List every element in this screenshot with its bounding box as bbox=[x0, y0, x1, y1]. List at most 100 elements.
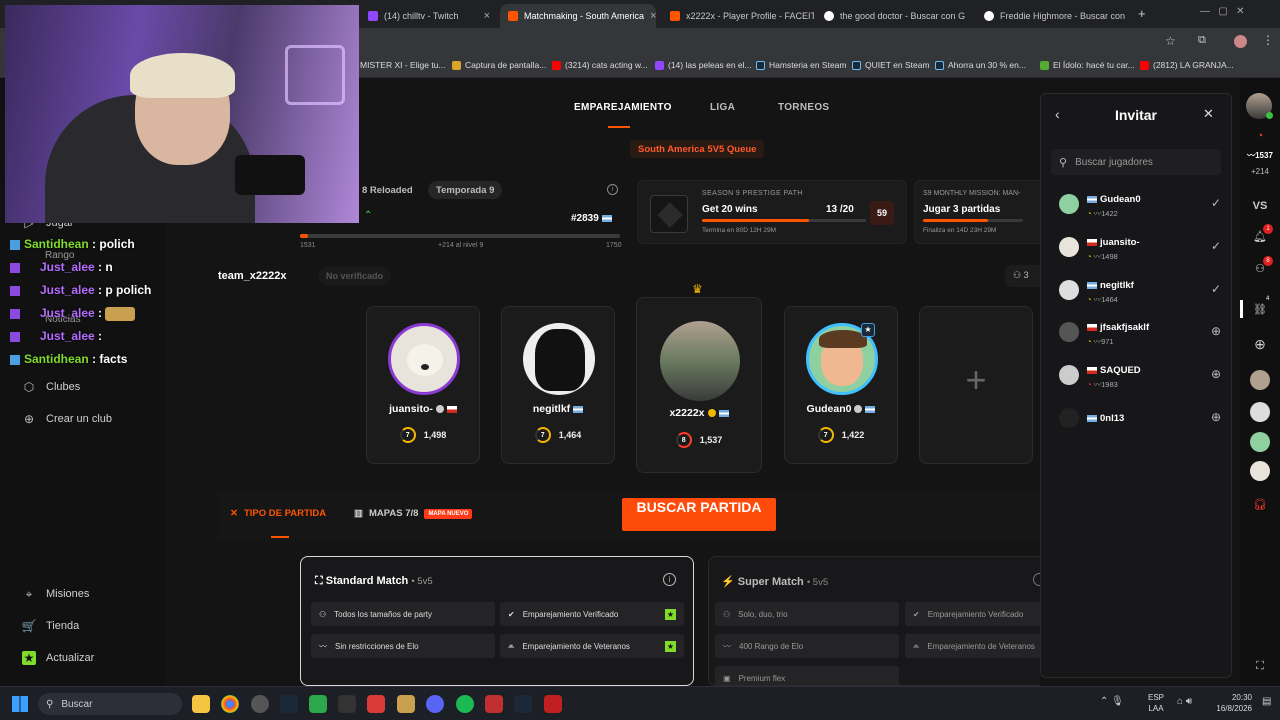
windows-start-icon[interactable] bbox=[12, 696, 28, 712]
tab-maps[interactable]: ▥ MAPAS 7/8 MAPA NUEVO bbox=[354, 508, 473, 519]
friend-row[interactable]: negitlkf ◔ 〰1464 ✓ bbox=[1059, 276, 1221, 306]
player-card[interactable]: negitlkf 7 1,464 bbox=[501, 306, 615, 464]
close-icon[interactable]: × bbox=[1131, 10, 1132, 22]
app-icon[interactable] bbox=[309, 695, 327, 713]
player-search-input[interactable]: ⚲ Buscar jugadores bbox=[1051, 149, 1221, 175]
add-circle-icon[interactable]: ⊕ bbox=[1211, 367, 1221, 381]
add-player-card[interactable]: + bbox=[919, 306, 1033, 464]
tab-google-search[interactable]: the good doctor - Buscar con G× bbox=[816, 4, 972, 28]
network-volume-icon[interactable]: ⌂ 🔊︎ bbox=[1177, 696, 1192, 707]
extensions-icon[interactable]: ⧉ bbox=[1198, 34, 1206, 47]
sidebar-item-missions[interactable]: ⌖ Misiones bbox=[22, 587, 90, 601]
tray-icons[interactable]: ⌃ 🎙︎ bbox=[1100, 696, 1124, 707]
notification-center-icon[interactable]: ▤ bbox=[1262, 696, 1271, 707]
bookmark[interactable]: QUIET en Steam bbox=[852, 60, 930, 70]
bookmark[interactable]: Captura de pantalla... bbox=[452, 60, 546, 70]
add-circle-icon[interactable]: ⊕ bbox=[1211, 324, 1221, 338]
sidebar-item-update[interactable]: ★ Actualizar bbox=[22, 651, 94, 665]
app-icon[interactable] bbox=[338, 695, 356, 713]
window-controls[interactable]: — ▢ ✕ bbox=[1200, 6, 1245, 17]
tab-matchmaking-nav[interactable]: EMPAREJAMIENTO bbox=[574, 102, 672, 113]
season-label[interactable]: Temporada 9 bbox=[428, 181, 503, 199]
app-icon[interactable] bbox=[251, 695, 269, 713]
headset-icon[interactable]: 🎧︎ bbox=[1240, 498, 1280, 511]
info-icon[interactable] bbox=[1033, 573, 1040, 586]
bookmark[interactable]: (14) las peleas en el... bbox=[655, 60, 752, 70]
tab-player-profile[interactable]: x2222x - Player Profile - FACEIT× bbox=[662, 4, 814, 28]
tab-twitch[interactable]: (14) chilltv - Twitch × bbox=[360, 4, 498, 28]
friend-avatar[interactable] bbox=[1250, 402, 1270, 422]
friend-row[interactable]: jfsakfjsaklf ◔ 〰971 ⊕ bbox=[1059, 318, 1221, 348]
friend-avatar[interactable] bbox=[1250, 432, 1270, 452]
chrome-icon[interactable] bbox=[221, 695, 239, 713]
player-card[interactable]: juansito- 7 1,498 bbox=[366, 306, 480, 464]
file-explorer-icon[interactable] bbox=[192, 695, 210, 713]
friend-elo: ◔ 〰1422 bbox=[1087, 209, 1118, 218]
bookmark[interactable]: Ahorra un 30 % en... bbox=[935, 60, 1026, 70]
app-icon[interactable] bbox=[544, 695, 562, 713]
users-icon: ⚇ bbox=[1013, 270, 1024, 280]
add-circle-icon[interactable]: ⊕ bbox=[1211, 410, 1221, 424]
friends-icon[interactable]: ⚇ bbox=[1240, 262, 1280, 275]
menu-icon[interactable]: ⋮ bbox=[1262, 33, 1274, 47]
profile-avatar[interactable] bbox=[1234, 35, 1247, 48]
check-icon[interactable]: ✓ bbox=[1211, 282, 1221, 296]
friend-row[interactable]: juansito- ◔ 〰1498 ✓ bbox=[1059, 233, 1221, 263]
vs-button[interactable]: VS bbox=[1240, 200, 1280, 212]
close-icon[interactable]: ✕ bbox=[1203, 106, 1214, 122]
check-icon[interactable]: ✓ bbox=[1211, 239, 1221, 253]
cart-icon: 🛒 bbox=[21, 619, 37, 633]
monthly-mission-panel[interactable]: S9 MONTHLY MISSION: MAN- Jugar 3 partida… bbox=[914, 180, 1054, 244]
prestige-panel[interactable]: SEASON 9 PRESTIGE PATH Get 20 wins 13 /2… bbox=[637, 180, 907, 244]
standard-match-card[interactable]: ⛶ Standard Match • 5v5 i ⚇ Todos los tama… bbox=[300, 556, 694, 686]
tab-league[interactable]: LIGA bbox=[710, 102, 735, 113]
close-icon[interactable]: × bbox=[484, 10, 490, 22]
discord-icon[interactable] bbox=[426, 695, 444, 713]
avatar bbox=[660, 321, 740, 401]
info-icon[interactable]: i bbox=[607, 184, 618, 195]
bookmark[interactable]: (3214) cats acting w... bbox=[552, 60, 648, 70]
info-icon[interactable]: i bbox=[663, 573, 676, 586]
clock[interactable]: 20:30 16/8/2026 bbox=[1210, 692, 1252, 714]
app-icon[interactable] bbox=[485, 695, 503, 713]
app-icon[interactable] bbox=[397, 695, 415, 713]
spotify-icon[interactable] bbox=[456, 695, 474, 713]
friend-avatar[interactable] bbox=[1250, 370, 1270, 390]
tab-match-type[interactable]: ✕ TIPO DE PARTIDA bbox=[230, 508, 326, 519]
check-icon[interactable]: ✓ bbox=[1211, 196, 1221, 210]
bookmark[interactable]: Hamsteria en Steam bbox=[756, 60, 846, 70]
add-circle-icon[interactable]: ⊕ bbox=[1240, 336, 1280, 353]
player-card[interactable]: ★ Gudean0 7 1,422 bbox=[784, 306, 898, 464]
sidebar-item-store[interactable]: 🛒 Tienda bbox=[21, 619, 80, 633]
language-indicator[interactable]: ESP LAA bbox=[1148, 692, 1164, 714]
friend-avatar[interactable] bbox=[1250, 461, 1270, 481]
star-icon[interactable]: ☆ bbox=[1165, 34, 1176, 48]
sidebar-item-create-club[interactable]: ⊕ Crear un club bbox=[22, 412, 112, 426]
close-icon[interactable]: × bbox=[650, 10, 656, 22]
sidebar-item-clubes[interactable]: ⬡ Clubes bbox=[22, 380, 81, 394]
party-icon[interactable]: ⛓ bbox=[1240, 303, 1280, 316]
tab-google-search-2[interactable]: Freddie Highmore - Buscar con× bbox=[976, 4, 1132, 28]
player-card[interactable]: x2222x 8 1,537 bbox=[636, 297, 762, 473]
taskbar-search[interactable]: ⚲ Buscar bbox=[38, 693, 182, 715]
new-tab-button[interactable]: + bbox=[1138, 6, 1146, 21]
close-icon[interactable]: × bbox=[971, 10, 972, 22]
bell-icon[interactable]: 🔔︎ bbox=[1240, 230, 1280, 243]
verified-icon bbox=[707, 409, 716, 418]
steam-icon[interactable] bbox=[514, 695, 532, 713]
tab-matchmaking[interactable]: Matchmaking - South America × bbox=[500, 4, 656, 28]
queue-badge[interactable]: South America 5V5 Queue bbox=[630, 140, 765, 158]
super-match-card[interactable]: ⚡ Super Match • 5v5 ⚇ Solo, duo, trio ✔ Em… bbox=[708, 556, 1040, 686]
friend-row[interactable]: Gudean0 ◔ 〰1422 ✓ bbox=[1059, 190, 1221, 220]
faceit-logo-icon[interactable]: ⛶ bbox=[1240, 660, 1280, 673]
search-match-button[interactable]: BUSCAR PARTIDA bbox=[622, 498, 776, 531]
friend-row[interactable]: SAQUED ◔ 〰1983 ⊕ bbox=[1059, 361, 1221, 391]
bookmark[interactable]: MISTER XI - Elige tu... bbox=[360, 60, 446, 70]
level-icon: 7 bbox=[817, 427, 834, 443]
bookmark[interactable]: El Ídolo: hacé tu car... bbox=[1040, 60, 1135, 70]
tab-tournaments[interactable]: TORNEOS bbox=[778, 102, 829, 113]
bookmark[interactable]: (2812) LA GRANJA... bbox=[1140, 60, 1234, 70]
app-icon[interactable] bbox=[367, 695, 385, 713]
steam-icon[interactable] bbox=[280, 695, 298, 713]
friend-row[interactable]: 0nl13 ⊕ bbox=[1059, 404, 1221, 434]
